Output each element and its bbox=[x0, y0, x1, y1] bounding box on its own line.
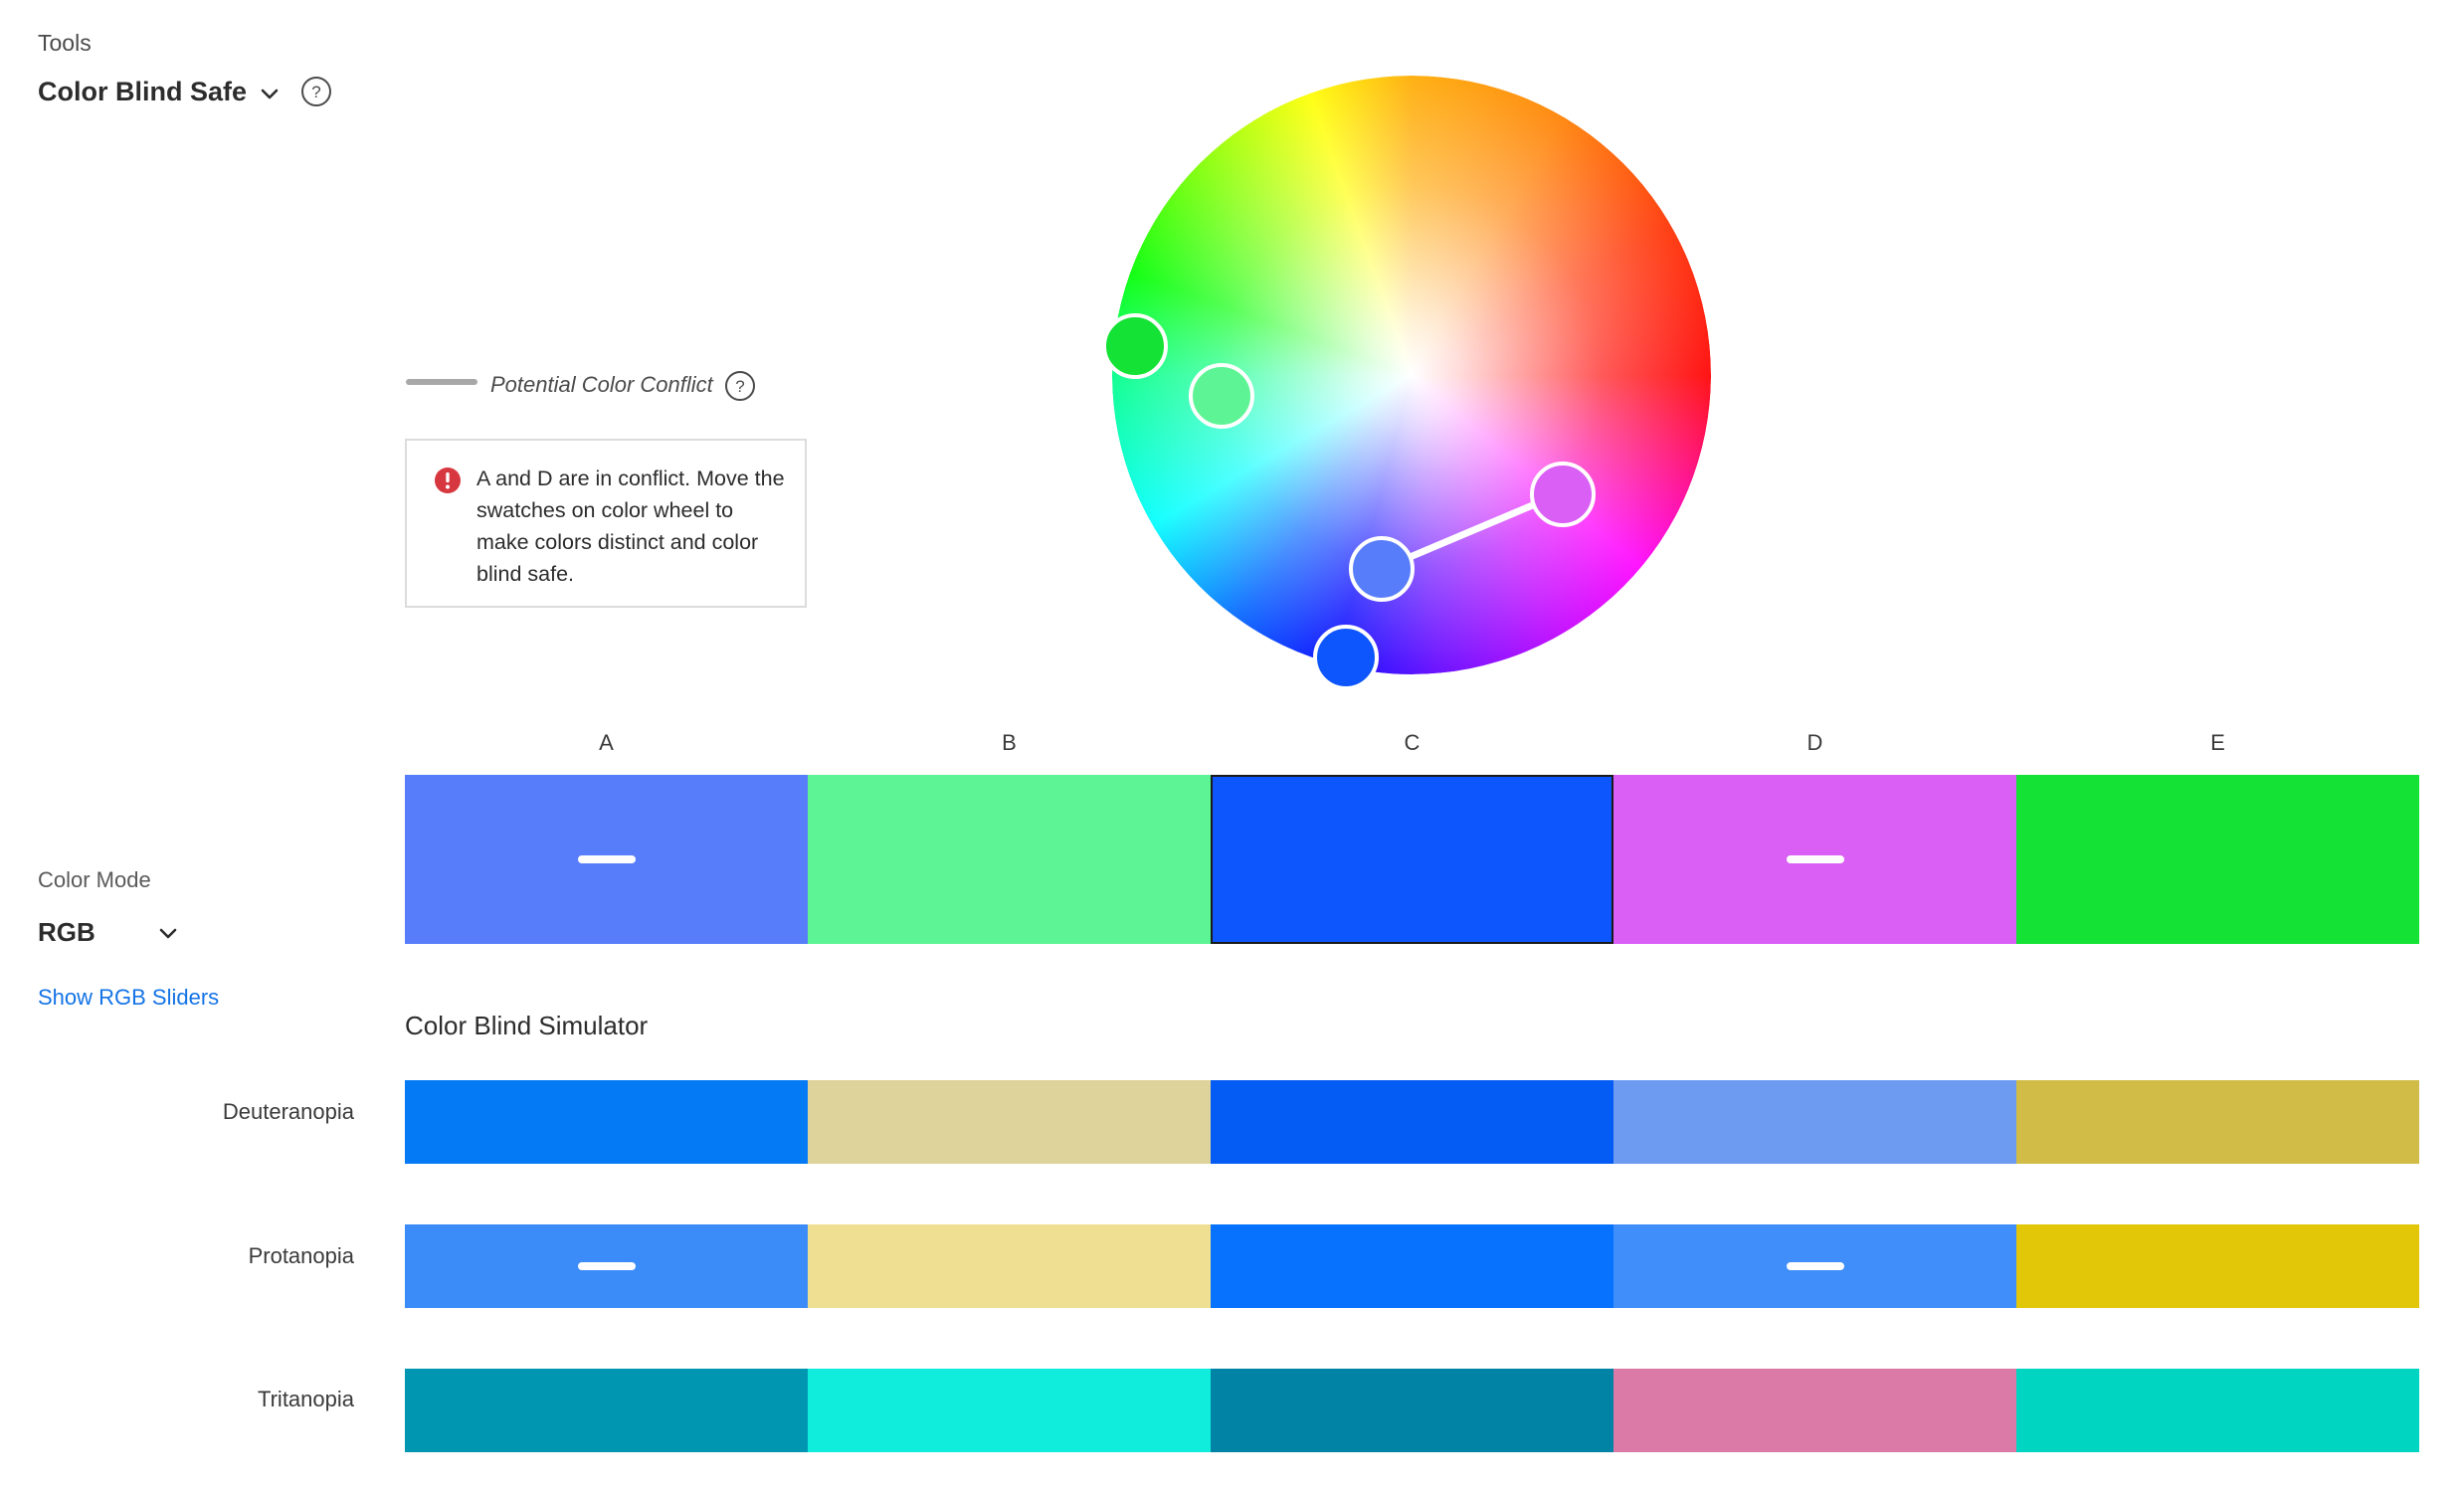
conflict-warning-text: A and D are in conflict. Move the swatch… bbox=[476, 466, 785, 586]
tools-label: Tools bbox=[38, 30, 92, 56]
error-icon bbox=[435, 467, 461, 493]
help-icon[interactable]: ? bbox=[300, 76, 332, 107]
wheel-handle-b[interactable] bbox=[1189, 363, 1254, 429]
wheel-handle-c-base[interactable] bbox=[1313, 625, 1379, 690]
simulator-cell bbox=[1211, 1080, 1613, 1164]
simulator-cell bbox=[405, 1080, 808, 1164]
swatch-label-d: D bbox=[1806, 730, 1823, 755]
simulator-cell bbox=[1211, 1224, 1613, 1308]
svg-text:?: ? bbox=[311, 83, 320, 101]
help-icon[interactable]: ? bbox=[724, 370, 756, 402]
conflict-warning-box: A and D are in conflict. Move the swatch… bbox=[405, 439, 807, 608]
simulator-title: Color Blind Simulator bbox=[405, 1011, 649, 1040]
conflict-marker bbox=[1786, 855, 1844, 863]
wheel-handle-a[interactable] bbox=[1349, 536, 1415, 602]
chevron-down-icon[interactable] bbox=[259, 84, 281, 105]
simulator-cell bbox=[405, 1224, 808, 1308]
simulator-cell bbox=[808, 1369, 1211, 1452]
simulator-cell bbox=[1613, 1369, 2016, 1452]
tool-title[interactable]: Color Blind Safe bbox=[38, 77, 247, 107]
simulator-row-label: Protanopia bbox=[248, 1243, 354, 1268]
conflict-marker bbox=[577, 855, 636, 863]
simulator-cell bbox=[2016, 1369, 2419, 1452]
conflict-line-legend bbox=[406, 379, 477, 385]
color-mode-select[interactable]: RGB bbox=[38, 917, 95, 948]
show-rgb-sliders-link[interactable]: Show RGB Sliders bbox=[38, 985, 219, 1011]
simulator-cell bbox=[405, 1369, 808, 1452]
svg-text:?: ? bbox=[735, 377, 744, 396]
color-wheel-handles bbox=[1102, 313, 1596, 690]
simulator-cell bbox=[808, 1224, 1211, 1308]
simulator-row-label: Deuteranopia bbox=[222, 1099, 354, 1124]
swatch-c[interactable] bbox=[1211, 775, 1613, 944]
conflict-marker bbox=[577, 1262, 636, 1270]
swatch-label-b: B bbox=[1002, 730, 1017, 755]
simulator-cell bbox=[1613, 1224, 2016, 1308]
swatch-label-e: E bbox=[2210, 730, 2225, 755]
swatch-e[interactable] bbox=[2016, 775, 2419, 944]
swatch-label-c: C bbox=[1404, 730, 1421, 755]
swatch-b[interactable] bbox=[808, 775, 1211, 944]
swatch-label-a: A bbox=[599, 730, 614, 755]
simulator-cell bbox=[1211, 1369, 1613, 1452]
simulator-cell bbox=[1613, 1080, 2016, 1164]
conflict-marker bbox=[1786, 1262, 1844, 1270]
swatch-a[interactable] bbox=[405, 775, 808, 944]
simulator-row-label: Tritanopia bbox=[257, 1387, 354, 1411]
simulator-cell bbox=[2016, 1224, 2419, 1308]
chevron-down-icon[interactable] bbox=[157, 923, 179, 945]
color-mode-label: Color Mode bbox=[38, 867, 151, 892]
wheel-handle-d[interactable] bbox=[1530, 462, 1596, 527]
simulator-cell bbox=[2016, 1080, 2419, 1164]
simulator-cell bbox=[808, 1080, 1211, 1164]
wheel-handle-e[interactable] bbox=[1102, 313, 1168, 379]
conflict-legend-label: Potential Color Conflict bbox=[490, 372, 713, 397]
swatch-d[interactable] bbox=[1613, 775, 2016, 944]
